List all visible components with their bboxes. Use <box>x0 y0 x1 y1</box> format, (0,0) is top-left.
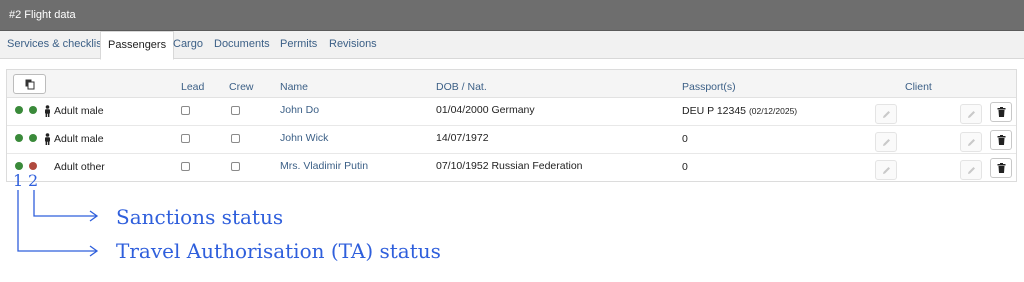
annotation-sanctions-label: Sanctions status <box>116 205 284 229</box>
annotation-ta-label: Travel Authorisation (TA) status <box>116 239 441 263</box>
ta-arrow <box>17 190 96 252</box>
sanctions-arrow <box>33 190 96 217</box>
